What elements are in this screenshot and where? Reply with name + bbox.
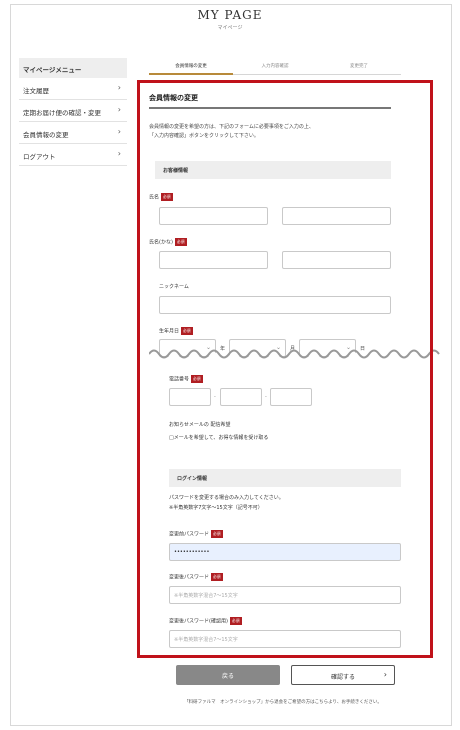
chevron-right-icon: › [117, 127, 121, 136]
withdrawal-note: 「料研ファルマ オンラインショップ」から退会をご希望の方はこちらより、お手続きく… [184, 700, 382, 705]
sidebar-menu: マイページメニュー 注文履歴 › 定期お届け便の確認・変更 › 会員情報の変更 … [19, 58, 127, 166]
page-title: MY PAGE [197, 8, 263, 22]
sidebar-item-label: 会員情報の変更 [23, 131, 69, 139]
sidebar-item-label: 注文履歴 [23, 87, 49, 95]
sidebar-item-member-info[interactable]: 会員情報の変更 › [19, 122, 127, 144]
chevron-right-icon: › [117, 105, 121, 114]
chevron-right-icon: › [383, 670, 387, 679]
step-indicator [317, 74, 401, 75]
step-edit: 会員情報の変更 [175, 64, 207, 69]
back-button[interactable]: 戻る [176, 665, 280, 685]
highlight-box [137, 80, 433, 658]
page-subtitle: マイページ [217, 25, 243, 31]
confirm-button-label: 確認する [330, 674, 355, 681]
confirm-button[interactable]: 確認する › [291, 665, 395, 685]
chevron-right-icon: › [117, 83, 121, 92]
step-confirm: 入力内容確認 [261, 64, 289, 69]
step-indicator-active [149, 73, 233, 75]
page-header: MY PAGE マイページ [0, 8, 460, 31]
step-indicator [233, 74, 317, 75]
chevron-right-icon: › [117, 149, 121, 158]
sidebar-item-subscription[interactable]: 定期お届け便の確認・変更 › [19, 100, 127, 122]
step-complete: 変更完了 [350, 64, 368, 69]
sidebar-heading: マイページメニュー [19, 58, 127, 78]
sidebar-item-label: ログアウト [23, 153, 56, 161]
sidebar-item-label: 定期お届け便の確認・変更 [23, 109, 101, 117]
sidebar-item-order-history[interactable]: 注文履歴 › [19, 78, 127, 100]
sidebar-item-logout[interactable]: ログアウト › [19, 144, 127, 166]
progress-steps: 会員情報の変更 入力内容確認 変更完了 [149, 63, 401, 77]
